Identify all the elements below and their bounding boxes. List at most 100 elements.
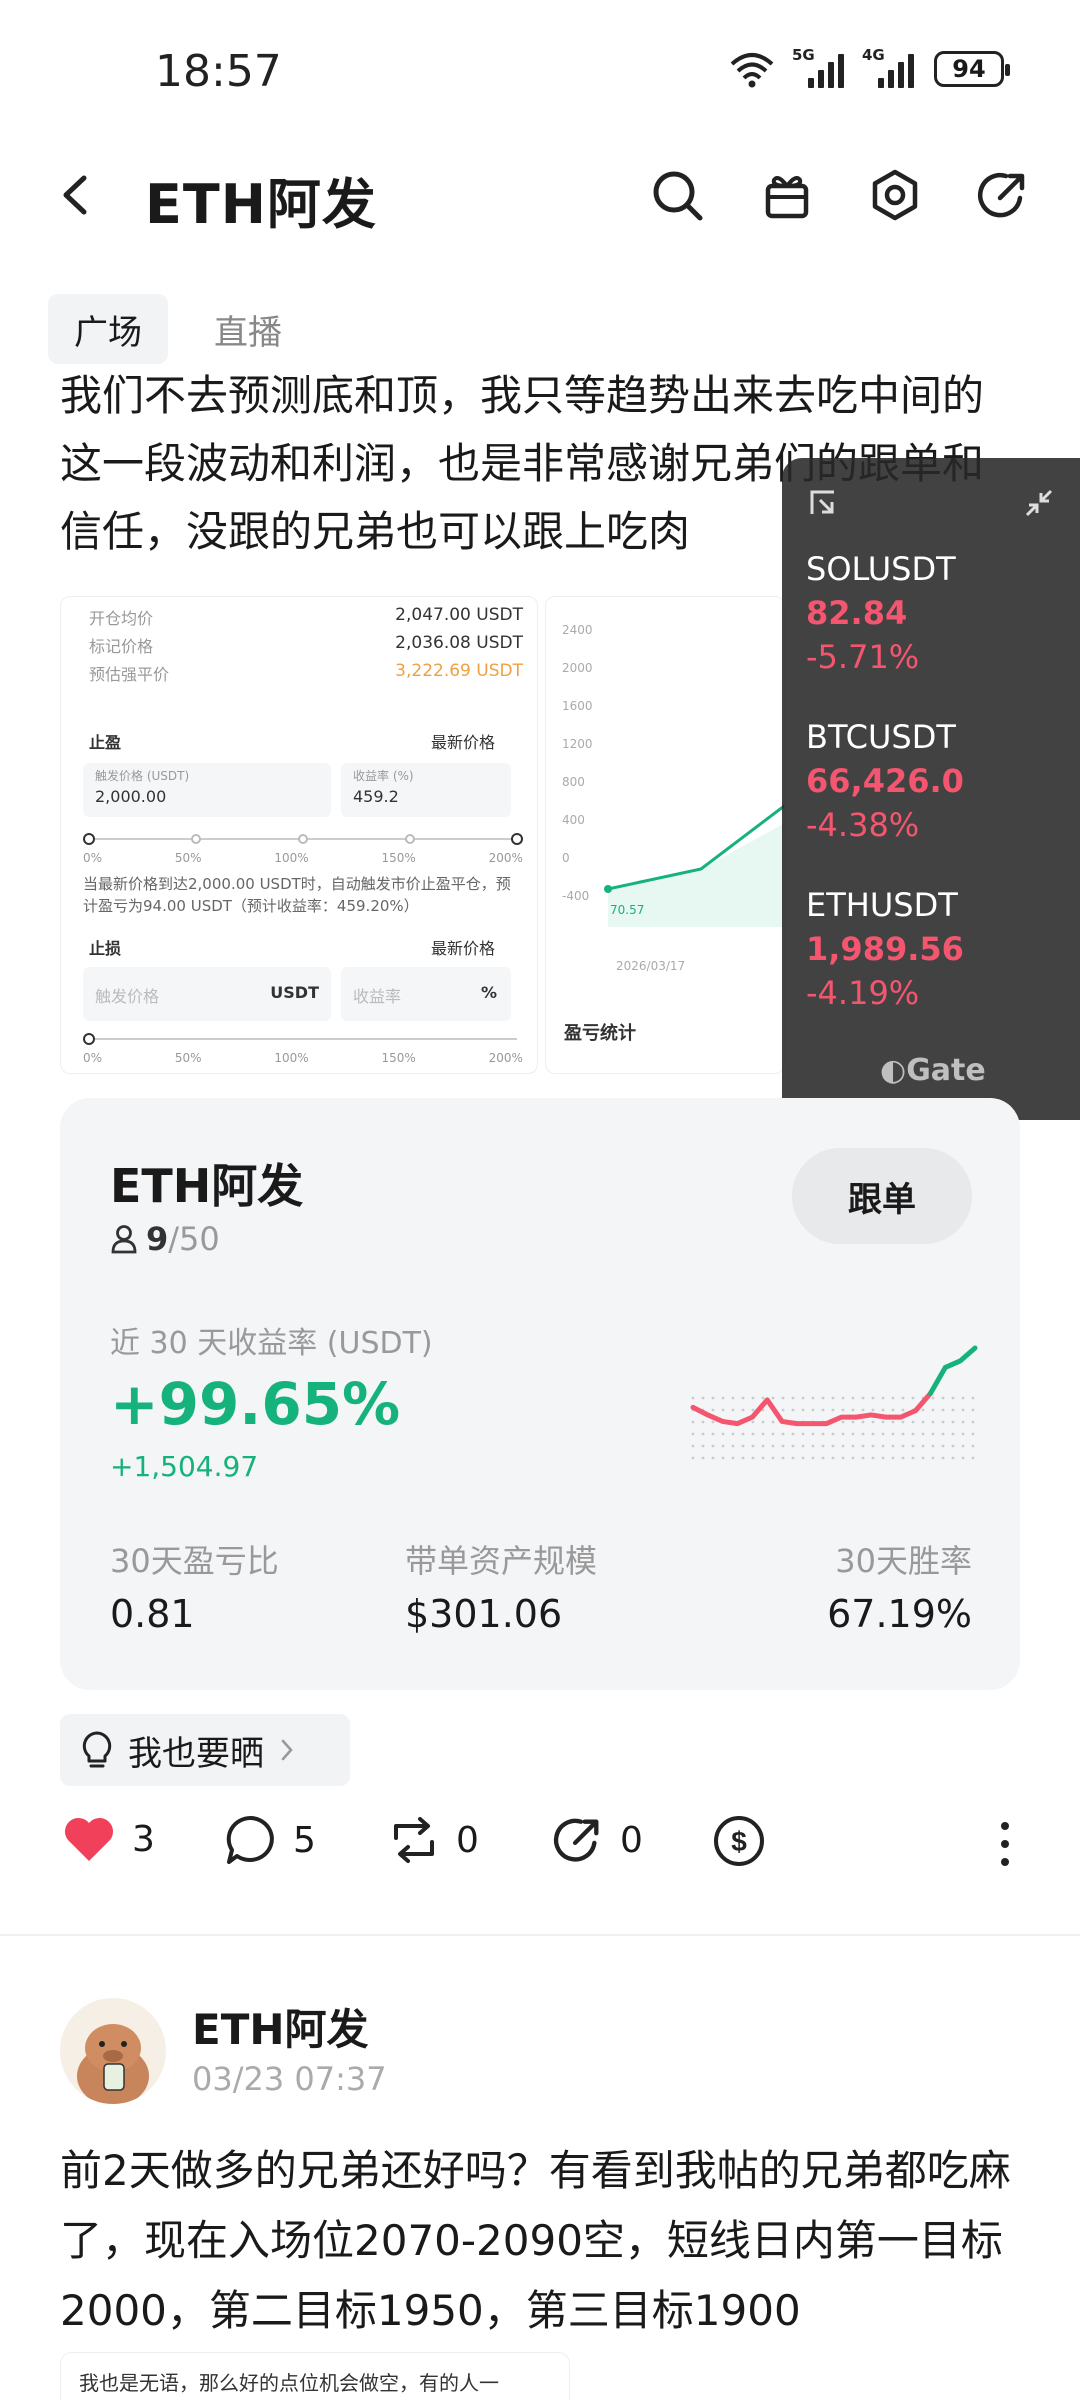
status-icons: 5G 4G 94 <box>728 46 1010 88</box>
ticker-item-btc[interactable]: BTCUSDT 66,426.0 -4.38% <box>806 718 964 844</box>
spark-grid-dot <box>691 1432 695 1436</box>
row-value: 2,036.08 USDT <box>395 633 523 653</box>
dollar-coin-icon: $ <box>714 1816 764 1866</box>
spark-grid-dot <box>831 1432 835 1436</box>
spark-grid-dot <box>701 1456 705 1460</box>
spark-grid-dot <box>951 1408 955 1412</box>
spark-grid-dot <box>801 1444 805 1448</box>
spark-grid-dot <box>941 1396 945 1400</box>
repost-button[interactable]: 0 <box>388 1814 479 1866</box>
spark-grid-dot <box>841 1456 845 1460</box>
tp-rate-box: 收益率 (%) 459.2 <box>341 763 511 817</box>
spark-grid-dot <box>771 1456 775 1460</box>
trader-card[interactable]: ETH阿发 9/50 跟单 近 30 天收益率 (USDT) +99.65% +… <box>60 1098 1020 1690</box>
pnl-date: 2026/03/17 <box>616 959 686 973</box>
tp-price-type: 最新价格 <box>431 733 496 752</box>
spark-grid-dot <box>961 1432 965 1436</box>
spark-grid-dot <box>841 1444 845 1448</box>
spark-grid-dot <box>911 1432 915 1436</box>
stat-label-aum: 带单资产规模 <box>405 1542 598 1580</box>
expand-icon[interactable] <box>808 488 838 518</box>
ticker-item-eth[interactable]: ETHUSDT 1,989.56 -4.19% <box>806 886 964 1012</box>
gift-icon[interactable] <box>760 168 814 222</box>
copy-trade-button[interactable]: 跟单 <box>792 1148 972 1244</box>
share-button[interactable]: 0 <box>552 1814 643 1866</box>
spark-grid-dot <box>781 1408 785 1412</box>
wifi-icon <box>730 53 774 88</box>
ticker-price: 66,426.0 <box>806 762 964 800</box>
more-options-icon[interactable] <box>990 1814 1020 1874</box>
post-image-preview[interactable]: 我也是无语，那么好的点位机会做空，有的人一 <box>60 2352 570 2400</box>
back-icon[interactable] <box>52 170 102 220</box>
roi-label: 近 30 天收益率 (USDT) <box>110 1326 433 1361</box>
row-value: 2,047.00 USDT <box>395 605 523 625</box>
post-image-pnl-chart[interactable]: 2400 2000 1600 1200 800 400 0 -400 70.57 2026/0… <box>545 596 785 1074</box>
spark-grid-dot <box>751 1408 755 1412</box>
spark-grid-dot <box>851 1420 855 1424</box>
like-button[interactable]: 3 <box>62 1814 155 1864</box>
spark-grid-dot <box>961 1408 965 1412</box>
spark-grid-dot <box>721 1444 725 1448</box>
stat-value-pnl-ratio: 0.81 <box>110 1592 195 1636</box>
tip-button[interactable]: $ <box>712 1814 766 1868</box>
spark-grid-dot <box>931 1432 935 1436</box>
spark-grid-dot <box>751 1432 755 1436</box>
share-chip[interactable]: 我也要晒 <box>60 1714 350 1786</box>
share-icon[interactable] <box>976 168 1030 222</box>
spark-grid-dot <box>711 1396 715 1400</box>
spark-grid-dot <box>851 1444 855 1448</box>
tab-square[interactable]: 广场 <box>48 294 168 364</box>
post-image-order[interactable]: 开仓均价 2,047.00 USDT 标记价格 2,036.08 USDT 预估… <box>60 596 538 1074</box>
ticker-symbol: SOLUSDT <box>806 550 956 588</box>
post-time: 03/23 07:37 <box>192 2060 387 2098</box>
spark-grid-dot <box>971 1456 975 1460</box>
spark-grid-dot <box>741 1396 745 1400</box>
capybara-avatar-icon <box>77 2024 149 2104</box>
spark-grid-dot <box>751 1420 755 1424</box>
spark-grid-dot <box>721 1456 725 1460</box>
spark-grid-dot <box>761 1432 765 1436</box>
ticker-symbol: ETHUSDT <box>806 886 958 924</box>
spark-grid-dot <box>951 1396 955 1400</box>
search-icon[interactable] <box>650 168 704 222</box>
pnl-start-value: 70.57 <box>610 903 645 917</box>
sl-price-type: 最新价格 <box>431 939 496 958</box>
spark-line-up <box>927 1345 978 1396</box>
status-bar: 18:57 5G 4G 94 <box>0 0 1080 140</box>
row-label: 预估强平价 <box>89 665 170 684</box>
spark-grid-dot <box>771 1420 775 1424</box>
comment-count: 5 <box>293 1819 316 1861</box>
followers-max: /50 <box>168 1220 220 1258</box>
comment-button[interactable]: 5 <box>225 1814 316 1866</box>
ticker-price: 82.84 <box>806 594 908 632</box>
spark-grid-dot <box>891 1408 895 1412</box>
spark-grid-dot <box>741 1456 745 1460</box>
ticker-change: -5.71% <box>806 638 920 676</box>
floating-ticker[interactable]: SOLUSDT 82.84 -5.71% BTCUSDT 66,426.0 -4… <box>782 458 1080 1120</box>
spark-grid-dot <box>961 1420 965 1424</box>
stat-label-win-rate: 30天胜率 <box>835 1542 972 1580</box>
spark-grid-dot <box>971 1444 975 1448</box>
spark-grid-dot <box>911 1396 915 1400</box>
spark-grid-dot <box>871 1444 875 1448</box>
spark-grid-dot <box>941 1444 945 1448</box>
spark-grid-dot <box>731 1408 735 1412</box>
spark-grid-dot <box>801 1456 805 1460</box>
sl-price-box: 触发价格 USDT <box>83 967 331 1021</box>
spark-grid-dot <box>921 1408 925 1412</box>
spark-grid-dot <box>921 1456 925 1460</box>
settings-icon[interactable] <box>868 168 922 222</box>
post-author[interactable]: ETH阿发 <box>192 1996 369 2057</box>
spark-grid-dot <box>921 1432 925 1436</box>
spark-grid-dot <box>791 1396 795 1400</box>
share-arrow-icon <box>553 1818 599 1862</box>
tab-live[interactable]: 直播 <box>188 294 308 364</box>
spark-grid-dot <box>901 1456 905 1460</box>
avatar[interactable] <box>60 1998 166 2104</box>
spark-grid-dot <box>691 1396 695 1400</box>
spark-grid-dot <box>731 1396 735 1400</box>
spark-grid-dot <box>861 1408 865 1412</box>
ticker-item-sol[interactable]: SOLUSDT 82.84 -5.71% <box>806 550 956 676</box>
spark-grid-dot <box>851 1432 855 1436</box>
collapse-icon[interactable] <box>1024 488 1054 518</box>
